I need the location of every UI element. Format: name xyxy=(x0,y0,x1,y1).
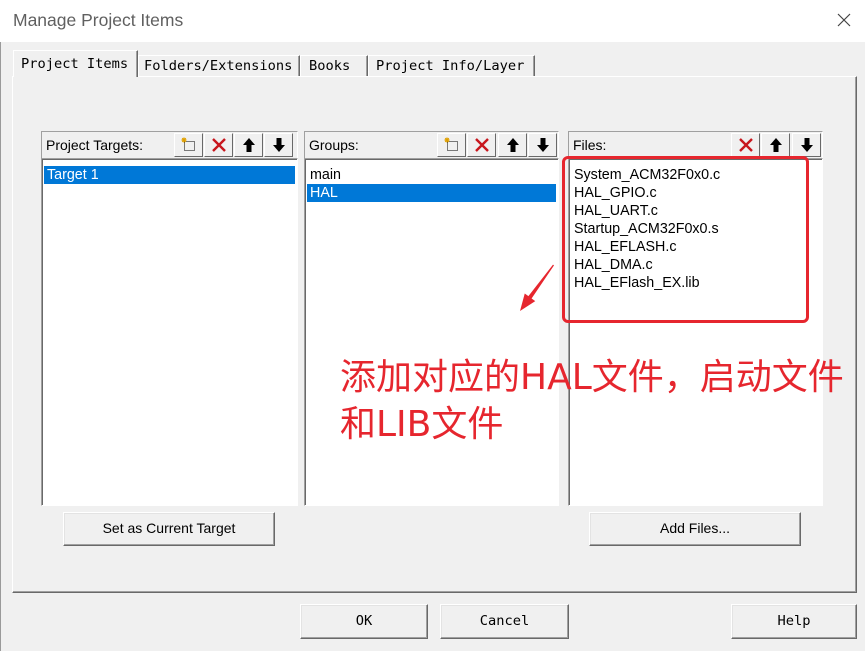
files-header: Files: xyxy=(568,131,823,158)
targets-list[interactable]: Target 1 xyxy=(41,158,298,506)
group-item[interactable]: HAL xyxy=(307,184,556,202)
targets-label: Project Targets: xyxy=(46,137,144,153)
annotation-text-line: 添加对应的HAL文件，启动文件 xyxy=(340,357,844,398)
files-delete-button[interactable] xyxy=(731,133,760,157)
targets-move-up-button[interactable] xyxy=(234,133,263,157)
delete-icon xyxy=(474,137,490,153)
targets-new-button[interactable] xyxy=(174,133,203,157)
window-frame-edge xyxy=(0,0,1,651)
delete-icon xyxy=(211,137,227,153)
targets-move-down-button[interactable] xyxy=(264,133,293,157)
arrow-up-icon xyxy=(242,137,256,153)
set-current-target-button[interactable]: Set as Current Target xyxy=(63,512,275,546)
groups-move-up-button[interactable] xyxy=(498,133,527,157)
arrow-down-icon xyxy=(536,137,550,153)
new-item-icon xyxy=(444,137,460,153)
delete-icon xyxy=(738,137,754,153)
files-move-up-button[interactable] xyxy=(761,133,790,157)
tab-project-items[interactable]: Project Items xyxy=(13,50,138,77)
add-files-button[interactable]: Add Files... xyxy=(589,512,801,546)
groups-header: Groups: xyxy=(304,131,559,158)
cancel-button[interactable]: Cancel xyxy=(440,604,569,639)
ok-button[interactable]: OK xyxy=(300,604,428,639)
close-icon xyxy=(837,13,851,27)
arrow-down-icon xyxy=(272,137,286,153)
annotation-text-line: 和LIB文件 xyxy=(340,404,504,445)
annotation-highlight-box xyxy=(562,156,809,323)
arrow-up-icon xyxy=(506,137,520,153)
close-button[interactable] xyxy=(830,6,858,34)
files-move-down-button[interactable] xyxy=(792,133,821,157)
arrow-up-icon xyxy=(769,137,783,153)
tab-project-info-layer[interactable]: Project Info/Layer xyxy=(368,55,535,76)
groups-new-button[interactable] xyxy=(437,133,466,157)
arrow-down-icon xyxy=(800,137,814,153)
window-title: Manage Project Items xyxy=(13,10,184,30)
targets-header: Project Targets: xyxy=(41,131,298,158)
group-item[interactable]: main xyxy=(307,166,556,184)
targets-delete-button[interactable] xyxy=(204,133,233,157)
annotation-arrow xyxy=(520,264,554,311)
title-bar[interactable]: Manage Project Items xyxy=(0,0,865,42)
tab-folders-extensions[interactable]: Folders/Extensions xyxy=(138,55,300,76)
files-label: Files: xyxy=(573,137,607,153)
help-button[interactable]: Help xyxy=(731,604,857,639)
tab-books[interactable]: Books xyxy=(300,55,368,76)
target-item[interactable]: Target 1 xyxy=(44,166,295,184)
groups-delete-button[interactable] xyxy=(467,133,496,157)
groups-label: Groups: xyxy=(309,137,359,153)
groups-move-down-button[interactable] xyxy=(528,133,557,157)
new-item-icon xyxy=(181,137,197,153)
groups-list[interactable]: main HAL xyxy=(304,158,559,506)
